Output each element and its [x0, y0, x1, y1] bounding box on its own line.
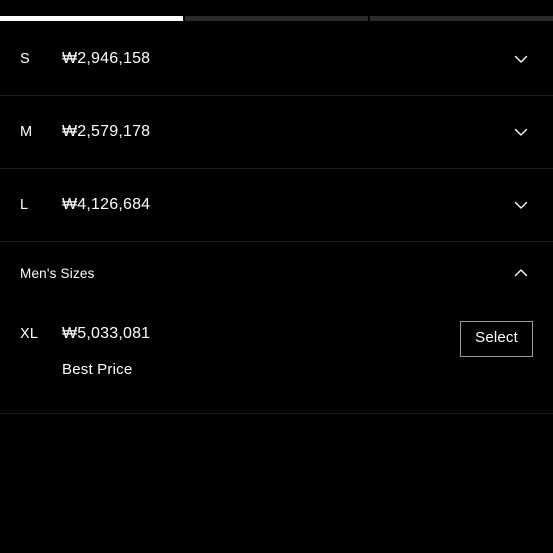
- chevron-up-icon[interactable]: [509, 261, 533, 285]
- size-selector-screen: S ₩2,946,158 M ₩2,579,178 L ₩4,126,684 M…: [0, 0, 553, 553]
- progress-bar: [0, 16, 553, 21]
- size-price: ₩5,033,081: [62, 325, 151, 342]
- size-price: ₩2,579,178: [62, 123, 151, 140]
- size-label: L: [20, 197, 29, 213]
- chevron-down-icon[interactable]: [509, 193, 533, 217]
- size-list: S ₩2,946,158 M ₩2,579,178 L ₩4,126,684 M…: [0, 23, 553, 414]
- progress-segment-2[interactable]: [185, 16, 368, 21]
- size-detail-column: ₩5,033,081 Best Price: [62, 320, 460, 378]
- size-label: S: [20, 51, 30, 67]
- size-row-s[interactable]: S ₩2,946,158: [0, 23, 553, 96]
- size-label: M: [20, 124, 33, 140]
- size-label: XL: [20, 326, 39, 342]
- best-price-badge: Best Price: [62, 361, 133, 378]
- size-price: ₩4,126,684: [62, 196, 151, 213]
- progress-segment-1[interactable]: [0, 16, 183, 21]
- size-row-m[interactable]: M ₩2,579,178: [0, 96, 553, 169]
- section-header-mens-sizes[interactable]: Men's Sizes: [0, 242, 553, 304]
- section-title: Men's Sizes: [20, 265, 95, 281]
- size-price: ₩2,946,158: [62, 50, 151, 67]
- size-row-xl[interactable]: XL ₩5,033,081 Best Price Select: [0, 304, 553, 414]
- select-button[interactable]: Select: [460, 321, 533, 357]
- chevron-down-icon[interactable]: [509, 47, 533, 71]
- size-row-l[interactable]: L ₩4,126,684: [0, 169, 553, 242]
- chevron-down-icon[interactable]: [509, 120, 533, 144]
- progress-segment-3[interactable]: [370, 16, 553, 21]
